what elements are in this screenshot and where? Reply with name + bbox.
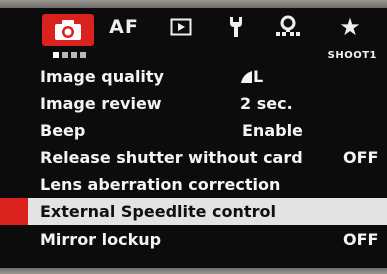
menu-item-mirror-lockup[interactable]: Mirror lockup OFF bbox=[0, 226, 387, 253]
tab-custom-functions[interactable] bbox=[270, 12, 306, 42]
tab-shoot[interactable] bbox=[42, 14, 94, 46]
menu-item-image-review[interactable]: Image review 2 sec. bbox=[0, 90, 387, 117]
selection-marker bbox=[0, 198, 28, 225]
page-dot-1 bbox=[53, 52, 59, 58]
wrench-icon bbox=[228, 15, 244, 39]
tab-setup[interactable] bbox=[222, 12, 250, 42]
menu-item-value: 2 sec. bbox=[240, 94, 293, 113]
page-dot-4 bbox=[80, 52, 86, 58]
menu-item-label: Image quality bbox=[40, 67, 164, 86]
menu-tab-bar: AF ★ SHOOT1 bbox=[0, 10, 387, 61]
bottom-bezel bbox=[0, 268, 387, 274]
camera-icon bbox=[53, 19, 83, 41]
menu-item-beep[interactable]: Beep Enable bbox=[0, 117, 387, 144]
fine-quality-icon bbox=[240, 70, 252, 84]
menu-item-label: External Speedlite control bbox=[40, 202, 276, 221]
tab-playback[interactable] bbox=[166, 12, 196, 42]
menu-item-label: Mirror lockup bbox=[40, 230, 162, 249]
menu-item-value: OFF bbox=[343, 148, 379, 167]
menu-item-label: Beep bbox=[40, 121, 86, 140]
page-dot-2 bbox=[62, 52, 68, 58]
menu-item-label: Image review bbox=[40, 94, 162, 113]
tab-my-menu[interactable]: ★ bbox=[330, 12, 370, 42]
menu-item-value: OFF bbox=[343, 230, 379, 249]
playback-icon bbox=[170, 18, 192, 36]
page-label: SHOOT1 bbox=[327, 50, 377, 61]
menu-item-value: L bbox=[240, 67, 263, 86]
camera-lcd-screen: AF ★ SHOOT1 Image quality L Image review… bbox=[0, 0, 387, 274]
menu-item-value: Enable bbox=[242, 121, 303, 140]
menu-item-image-quality[interactable]: Image quality L bbox=[0, 63, 387, 90]
page-indicator bbox=[53, 52, 86, 58]
star-icon: ★ bbox=[339, 13, 361, 41]
menu-item-lens-aberration-correction[interactable]: Lens aberration correction bbox=[0, 171, 387, 198]
tab-af-label: AF bbox=[109, 16, 139, 38]
menu-item-external-speedlite-control[interactable]: External Speedlite control bbox=[0, 198, 387, 225]
menu-item-release-shutter-without-card[interactable]: Release shutter without card OFF bbox=[0, 144, 387, 171]
menu-item-label: Release shutter without card bbox=[40, 148, 303, 167]
custom-functions-icon bbox=[273, 14, 303, 40]
menu-item-label: Lens aberration correction bbox=[40, 175, 281, 194]
page-dot-3 bbox=[71, 52, 77, 58]
top-bezel bbox=[0, 0, 387, 8]
tab-af[interactable]: AF bbox=[104, 12, 144, 42]
